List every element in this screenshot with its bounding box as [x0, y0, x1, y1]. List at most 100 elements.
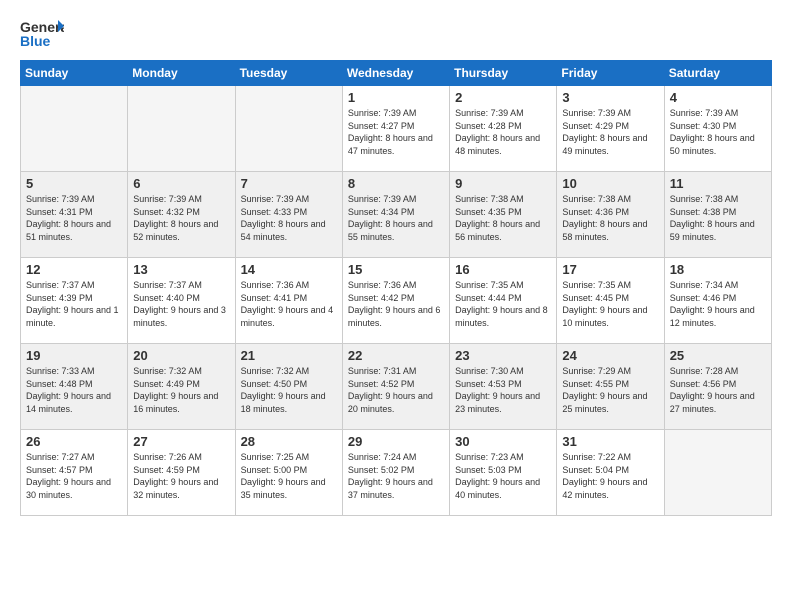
calendar-cell: 28 Sunrise: 7:25 AM Sunset: 5:00 PM Dayli… [235, 430, 342, 516]
day-info: Sunrise: 7:33 AM Sunset: 4:48 PM Dayligh… [26, 365, 122, 415]
day-number: 7 [241, 176, 337, 191]
day-number: 19 [26, 348, 122, 363]
calendar-cell: 4Sunrise: 7:39 AM Sunset: 4:30 PM Daylig… [664, 86, 771, 172]
calendar-cell: 20 Sunrise: 7:32 AM Sunset: 4:49 PM Dayli… [128, 344, 235, 430]
week-row-2: 5Sunrise: 7:39 AM Sunset: 4:31 PM Daylig… [21, 172, 772, 258]
day-number: 17 [562, 262, 658, 277]
day-number: 23 [455, 348, 551, 363]
day-number: 22 [348, 348, 444, 363]
calendar-cell: 24 Sunrise: 7:29 AM Sunset: 4:55 PM Dayli… [557, 344, 664, 430]
day-info: Sunrise: 7:25 AM Sunset: 5:00 PM Dayligh… [241, 451, 337, 501]
calendar-cell [128, 86, 235, 172]
calendar-cell: 15Sunrise: 7:36 AM Sunset: 4:42 PM Dayli… [342, 258, 449, 344]
day-number: 13 [133, 262, 229, 277]
calendar-cell: 6Sunrise: 7:39 AM Sunset: 4:32 PM Daylig… [128, 172, 235, 258]
page: General Blue SundayMondayTuesdayWednesda… [0, 0, 792, 532]
calendar: SundayMondayTuesdayWednesdayThursdayFrid… [20, 60, 772, 516]
day-info: Sunrise: 7:32 AM Sunset: 4:49 PM Dayligh… [133, 365, 229, 415]
day-info: Sunrise: 7:30 AM Sunset: 4:53 PM Dayligh… [455, 365, 551, 415]
calendar-cell: 11 Sunrise: 7:38 AM Sunset: 4:38 PM Dayli… [664, 172, 771, 258]
calendar-cell: 13 Sunrise: 7:37 AM Sunset: 4:40 PM Dayli… [128, 258, 235, 344]
day-info: Sunrise: 7:22 AM Sunset: 5:04 PM Dayligh… [562, 451, 658, 501]
day-info: Sunrise: 7:38 AM Sunset: 4:38 PM Dayligh… [670, 193, 766, 243]
calendar-cell: 23 Sunrise: 7:30 AM Sunset: 4:53 PM Dayli… [450, 344, 557, 430]
day-info: Sunrise: 7:26 AM Sunset: 4:59 PM Dayligh… [133, 451, 229, 501]
day-info: Sunrise: 7:39 AM Sunset: 4:27 PM Dayligh… [348, 107, 444, 157]
weekday-header-tuesday: Tuesday [235, 61, 342, 86]
day-number: 20 [133, 348, 229, 363]
weekday-header-monday: Monday [128, 61, 235, 86]
day-info: Sunrise: 7:37 AM Sunset: 4:40 PM Dayligh… [133, 279, 229, 329]
day-info: Sunrise: 7:39 AM Sunset: 4:34 PM Dayligh… [348, 193, 444, 243]
day-number: 12 [26, 262, 122, 277]
day-info: Sunrise: 7:38 AM Sunset: 4:35 PM Dayligh… [455, 193, 551, 243]
calendar-cell: 27Sunrise: 7:26 AM Sunset: 4:59 PM Dayli… [128, 430, 235, 516]
calendar-cell: 18 Sunrise: 7:34 AM Sunset: 4:46 PM Dayli… [664, 258, 771, 344]
calendar-cell: 8 Sunrise: 7:39 AM Sunset: 4:34 PM Daylig… [342, 172, 449, 258]
day-number: 3 [562, 90, 658, 105]
weekday-header-wednesday: Wednesday [342, 61, 449, 86]
calendar-cell: 19 Sunrise: 7:33 AM Sunset: 4:48 PM Dayli… [21, 344, 128, 430]
day-number: 29 [348, 434, 444, 449]
day-info: Sunrise: 7:23 AM Sunset: 5:03 PM Dayligh… [455, 451, 551, 501]
day-number: 26 [26, 434, 122, 449]
day-info: Sunrise: 7:29 AM Sunset: 4:55 PM Dayligh… [562, 365, 658, 415]
calendar-cell: 14Sunrise: 7:36 AM Sunset: 4:41 PM Dayli… [235, 258, 342, 344]
calendar-cell: 26Sunrise: 7:27 AM Sunset: 4:57 PM Dayli… [21, 430, 128, 516]
calendar-cell: 21 Sunrise: 7:32 AM Sunset: 4:50 PM Dayli… [235, 344, 342, 430]
calendar-cell [21, 86, 128, 172]
calendar-cell: 1Sunrise: 7:39 AM Sunset: 4:27 PM Daylig… [342, 86, 449, 172]
weekday-header-row: SundayMondayTuesdayWednesdayThursdayFrid… [21, 61, 772, 86]
calendar-cell: 31 Sunrise: 7:22 AM Sunset: 5:04 PM Dayli… [557, 430, 664, 516]
day-number: 18 [670, 262, 766, 277]
day-info: Sunrise: 7:39 AM Sunset: 4:32 PM Dayligh… [133, 193, 229, 243]
logo: General Blue [20, 16, 64, 52]
week-row-5: 26Sunrise: 7:27 AM Sunset: 4:57 PM Dayli… [21, 430, 772, 516]
day-number: 11 [670, 176, 766, 191]
day-number: 31 [562, 434, 658, 449]
day-info: Sunrise: 7:34 AM Sunset: 4:46 PM Dayligh… [670, 279, 766, 329]
day-info: Sunrise: 7:24 AM Sunset: 5:02 PM Dayligh… [348, 451, 444, 501]
day-number: 14 [241, 262, 337, 277]
svg-text:Blue: Blue [20, 33, 51, 49]
generalblue-logo-icon: General Blue [20, 16, 64, 52]
day-info: Sunrise: 7:28 AM Sunset: 4:56 PM Dayligh… [670, 365, 766, 415]
day-info: Sunrise: 7:36 AM Sunset: 4:42 PM Dayligh… [348, 279, 444, 329]
day-info: Sunrise: 7:38 AM Sunset: 4:36 PM Dayligh… [562, 193, 658, 243]
calendar-cell: 25 Sunrise: 7:28 AM Sunset: 4:56 PM Dayli… [664, 344, 771, 430]
day-number: 24 [562, 348, 658, 363]
weekday-header-sunday: Sunday [21, 61, 128, 86]
header: General Blue [20, 16, 772, 52]
calendar-cell: 16 Sunrise: 7:35 AM Sunset: 4:44 PM Dayli… [450, 258, 557, 344]
weekday-header-thursday: Thursday [450, 61, 557, 86]
day-number: 10 [562, 176, 658, 191]
calendar-cell: 22 Sunrise: 7:31 AM Sunset: 4:52 PM Dayli… [342, 344, 449, 430]
calendar-cell: 29 Sunrise: 7:24 AM Sunset: 5:02 PM Dayli… [342, 430, 449, 516]
calendar-cell: 5Sunrise: 7:39 AM Sunset: 4:31 PM Daylig… [21, 172, 128, 258]
day-number: 25 [670, 348, 766, 363]
day-info: Sunrise: 7:35 AM Sunset: 4:44 PM Dayligh… [455, 279, 551, 329]
day-number: 16 [455, 262, 551, 277]
calendar-cell: 17 Sunrise: 7:35 AM Sunset: 4:45 PM Dayli… [557, 258, 664, 344]
day-info: Sunrise: 7:31 AM Sunset: 4:52 PM Dayligh… [348, 365, 444, 415]
calendar-cell: 3Sunrise: 7:39 AM Sunset: 4:29 PM Daylig… [557, 86, 664, 172]
day-info: Sunrise: 7:32 AM Sunset: 4:50 PM Dayligh… [241, 365, 337, 415]
calendar-cell: 30 Sunrise: 7:23 AM Sunset: 5:03 PM Dayli… [450, 430, 557, 516]
day-info: Sunrise: 7:39 AM Sunset: 4:28 PM Dayligh… [455, 107, 551, 157]
day-number: 9 [455, 176, 551, 191]
day-number: 2 [455, 90, 551, 105]
day-number: 30 [455, 434, 551, 449]
week-row-1: 1Sunrise: 7:39 AM Sunset: 4:27 PM Daylig… [21, 86, 772, 172]
day-info: Sunrise: 7:35 AM Sunset: 4:45 PM Dayligh… [562, 279, 658, 329]
weekday-header-saturday: Saturday [664, 61, 771, 86]
calendar-cell: 7Sunrise: 7:39 AM Sunset: 4:33 PM Daylig… [235, 172, 342, 258]
day-info: Sunrise: 7:39 AM Sunset: 4:30 PM Dayligh… [670, 107, 766, 157]
day-number: 21 [241, 348, 337, 363]
week-row-3: 12 Sunrise: 7:37 AM Sunset: 4:39 PM Dayli… [21, 258, 772, 344]
day-info: Sunrise: 7:37 AM Sunset: 4:39 PM Dayligh… [26, 279, 122, 329]
day-number: 8 [348, 176, 444, 191]
calendar-cell: 12 Sunrise: 7:37 AM Sunset: 4:39 PM Dayli… [21, 258, 128, 344]
day-number: 28 [241, 434, 337, 449]
week-row-4: 19 Sunrise: 7:33 AM Sunset: 4:48 PM Dayli… [21, 344, 772, 430]
weekday-header-friday: Friday [557, 61, 664, 86]
